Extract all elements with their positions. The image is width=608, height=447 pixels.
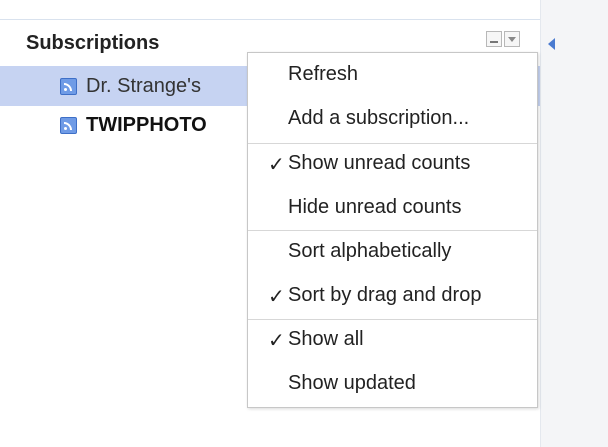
menu-item-label: Show updated (288, 372, 416, 394)
collapse-left-icon[interactable] (548, 38, 555, 50)
menu-item-sort-alphabetically[interactable]: Sort alphabetically (248, 234, 537, 270)
reader-sidebar: Subscriptions Dr. Strange's TWIPPHOTO Re… (0, 0, 608, 447)
checkmark-icon: ✓ (268, 330, 285, 352)
menu-item-label: Sort by drag and drop (288, 284, 482, 306)
subscription-label: TWIPPHOTO (86, 114, 207, 136)
feed-icon (60, 117, 77, 134)
dropdown-arrow-icon[interactable] (504, 31, 520, 47)
menu-item-refresh[interactable]: Refresh (248, 57, 537, 93)
top-divider (0, 19, 540, 20)
menu-item-label: Refresh (288, 63, 359, 85)
menu-item-show-updated[interactable]: Show updated (248, 366, 537, 402)
menu-item-sort-drag-drop[interactable]: ✓ Sort by drag and drop (248, 278, 537, 314)
menu-item-label: Show all (288, 328, 364, 350)
subscriptions-heading[interactable]: Subscriptions (26, 32, 159, 55)
menu-divider (248, 319, 537, 320)
checkmark-icon: ✓ (268, 154, 285, 176)
menu-item-label: Add a subscription... (288, 107, 470, 129)
menu-divider (248, 230, 537, 231)
checkmark-icon: ✓ (268, 286, 285, 308)
menu-item-show-unread-counts[interactable]: ✓ Show unread counts (248, 146, 537, 182)
menu-divider (248, 143, 537, 144)
content-pane-edge (540, 0, 608, 447)
menu-item-add-subscription[interactable]: Add a subscription... (248, 101, 537, 137)
menu-item-label: Sort alphabetically (288, 240, 452, 262)
feed-icon (60, 78, 77, 95)
minimize-icon[interactable] (486, 31, 502, 47)
subscriptions-options-menu: Refresh Add a subscription... ✓ Show unr… (247, 52, 538, 408)
menu-item-show-all[interactable]: ✓ Show all (248, 322, 537, 358)
subscription-label: Dr. Strange's (86, 75, 201, 97)
menu-item-label: Hide unread counts (288, 196, 462, 218)
menu-item-label: Show unread counts (288, 152, 471, 174)
menu-item-hide-unread-counts[interactable]: Hide unread counts (248, 190, 537, 226)
